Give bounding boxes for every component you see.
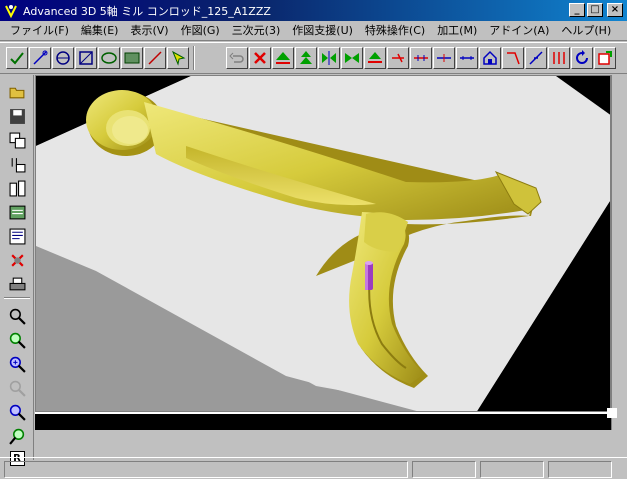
status-pane-message	[4, 461, 408, 478]
status-pane-1	[412, 461, 476, 478]
status-bar	[0, 457, 627, 479]
menu-view[interactable]: 表示(V)	[124, 22, 174, 40]
double-triangle-icon[interactable]	[295, 47, 317, 69]
vertical-scrollbar[interactable]	[611, 75, 627, 430]
menu-file[interactable]: ファイル(F)	[4, 22, 75, 40]
triangle-up-icon[interactable]	[272, 47, 294, 69]
delete-x-icon[interactable]	[249, 47, 271, 69]
3d-viewport[interactable]	[35, 75, 611, 412]
print-icon[interactable]	[6, 273, 28, 295]
save-disk-icon[interactable]	[6, 105, 28, 127]
dimension-vertical-icon[interactable]	[433, 47, 455, 69]
window-title: Advanced 3D 5軸 ミル コンロッド_125_A1ZZZ	[23, 4, 271, 18]
fold-up-icon[interactable]	[364, 47, 386, 69]
menu-edit[interactable]: 編集(E)	[75, 22, 125, 40]
rectangle-icon[interactable]	[121, 47, 143, 69]
maximize-button[interactable]: □	[587, 3, 603, 17]
cross-arrow-icon[interactable]	[387, 47, 409, 69]
title-bar: Advanced 3D 5軸 ミル コンロッド_125_A1ZZZ _ □ ×	[0, 0, 627, 21]
undo-icon[interactable]	[226, 47, 248, 69]
arrow-cursor-icon[interactable]	[167, 47, 189, 69]
menu-draw[interactable]: 作図(G)	[175, 22, 226, 40]
menu-bar: ファイル(F) 編集(E) 表示(V) 作図(G) 三次元(3) 作図支援(U)…	[0, 21, 627, 41]
bowtie-icon[interactable]	[341, 47, 363, 69]
square-diag-icon[interactable]	[75, 47, 97, 69]
exit-icon[interactable]	[594, 47, 616, 69]
close-button[interactable]: ×	[607, 3, 623, 17]
check-line-icon[interactable]	[6, 47, 28, 69]
paint-icon[interactable]	[6, 153, 28, 175]
horizontal-scrollbar[interactable]	[35, 412, 611, 430]
ellipse-icon[interactable]	[98, 47, 120, 69]
layers-icon[interactable]	[6, 201, 28, 223]
zoom-window-icon[interactable]	[6, 401, 28, 423]
mirror-icon[interactable]	[318, 47, 340, 69]
arc-icon[interactable]	[29, 47, 51, 69]
circle-line-icon[interactable]	[52, 47, 74, 69]
model-scene	[36, 76, 610, 411]
menu-3d[interactable]: 三次元(3)	[226, 22, 287, 40]
menu-special-ops[interactable]: 特殊操作(C)	[359, 22, 431, 40]
dimension-horizontal-icon[interactable]	[410, 47, 432, 69]
split-icon[interactable]	[548, 47, 570, 69]
zoom-fit-icon[interactable]	[6, 329, 28, 351]
house-icon[interactable]	[479, 47, 501, 69]
no-stamp-icon[interactable]	[6, 249, 28, 271]
left-toolbar: R	[0, 75, 34, 466]
slash-icon[interactable]	[525, 47, 547, 69]
cutting-tool	[365, 261, 373, 290]
scroll-line	[35, 412, 611, 414]
rotate-icon[interactable]	[571, 47, 593, 69]
compare-icon[interactable]	[6, 177, 28, 199]
menu-help[interactable]: ヘルプ(H)	[555, 22, 617, 40]
status-pane-2	[480, 461, 544, 478]
corner-icon[interactable]	[502, 47, 524, 69]
menu-draw-support[interactable]: 作図支援(U)	[286, 22, 359, 40]
scroll-track[interactable]	[35, 412, 611, 430]
status-pane-3	[548, 461, 612, 478]
copy-window-icon[interactable]	[6, 129, 28, 151]
minimize-button[interactable]: _	[569, 3, 585, 17]
resize-handle[interactable]	[607, 408, 617, 418]
menu-machining[interactable]: 加工(M)	[431, 22, 483, 40]
zoom-previous-icon[interactable]	[6, 425, 28, 447]
diagonal-line-icon[interactable]	[144, 47, 166, 69]
text-edit-icon[interactable]	[6, 225, 28, 247]
menu-addin[interactable]: アドイン(A)	[483, 22, 555, 40]
zoom-icon[interactable]	[6, 305, 28, 327]
open-folder-icon[interactable]	[6, 81, 28, 103]
zoom-out-icon[interactable]	[6, 377, 28, 399]
app-icon[interactable]	[3, 3, 19, 19]
dimension-line-icon[interactable]	[456, 47, 478, 69]
main-toolbar	[0, 42, 627, 74]
zoom-in-icon[interactable]	[6, 353, 28, 375]
